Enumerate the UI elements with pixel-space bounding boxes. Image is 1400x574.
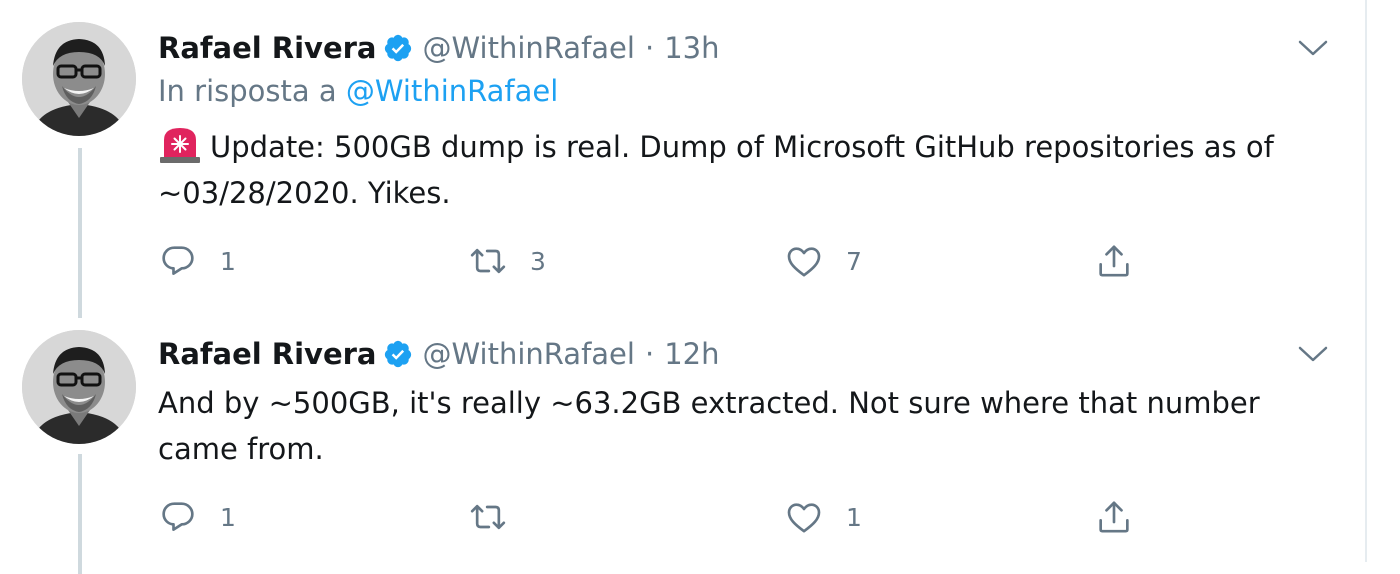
tweet[interactable]: Rafael Rivera @WithinRafael · 12h And by… <box>0 306 1365 574</box>
like-button[interactable]: 1 <box>784 492 862 542</box>
tweet-timestamp[interactable]: 12h <box>664 337 719 371</box>
tweet-text-content: And by ~500GB, it's really ~63.2GB extra… <box>158 386 1260 466</box>
user-handle[interactable]: @WithinRafael <box>423 31 635 65</box>
retweet-button[interactable]: 3 <box>468 236 546 286</box>
like-count: 7 <box>846 246 862 276</box>
like-button[interactable]: 7 <box>784 236 862 286</box>
share-icon <box>1099 501 1129 533</box>
tweet-text: Update: 500GB dump is real. Dump of Micr… <box>158 124 1338 216</box>
heart-icon <box>787 503 821 533</box>
avatar[interactable] <box>22 22 136 136</box>
display-name[interactable]: Rafael Rivera <box>158 31 377 65</box>
reply-prefix: In risposta a <box>158 74 337 108</box>
thread-line <box>78 148 82 318</box>
rotating-light-icon <box>158 124 202 164</box>
retweet-icon <box>470 248 506 274</box>
tweet-actions: 1 1 <box>158 492 1338 542</box>
tweet-text-content: Update: 500GB dump is real. Dump of Micr… <box>158 130 1274 210</box>
reply-button[interactable]: 1 <box>158 236 236 286</box>
retweet-icon <box>470 504 506 530</box>
tweet-timestamp[interactable]: 13h <box>664 31 719 65</box>
separator-dot: · <box>644 337 655 371</box>
tweet-header: Rafael Rivera @WithinRafael · 13h <box>158 26 719 70</box>
reply-count: 1 <box>220 502 236 532</box>
tweet-text: And by ~500GB, it's really ~63.2GB extra… <box>158 380 1338 472</box>
verified-badge-icon <box>383 33 413 63</box>
verified-badge-icon <box>383 339 413 369</box>
heart-icon <box>787 247 821 277</box>
timeline-border <box>1365 0 1367 562</box>
tweet[interactable]: Rafael Rivera @WithinRafael · 13h In ris… <box>0 0 1365 318</box>
reply-mention-link[interactable]: @WithinRafael <box>346 74 558 108</box>
reply-icon <box>162 502 194 531</box>
chevron-down-icon[interactable] <box>1296 36 1330 60</box>
separator-dot: · <box>644 31 655 65</box>
avatar[interactable] <box>22 330 136 444</box>
retweet-button[interactable] <box>468 492 530 542</box>
tweet-actions: 1 3 7 <box>158 236 1338 286</box>
share-button[interactable] <box>1094 236 1134 286</box>
like-count: 1 <box>846 502 862 532</box>
reply-icon <box>162 246 194 275</box>
share-icon <box>1099 245 1129 277</box>
thread-line <box>78 454 82 574</box>
reply-button[interactable]: 1 <box>158 492 236 542</box>
chevron-down-icon[interactable] <box>1296 342 1330 366</box>
retweet-count: 3 <box>530 246 546 276</box>
display-name[interactable]: Rafael Rivera <box>158 337 377 371</box>
reply-count: 1 <box>220 246 236 276</box>
user-handle[interactable]: @WithinRafael <box>423 337 635 371</box>
tweet-header: Rafael Rivera @WithinRafael · 12h <box>158 332 719 376</box>
share-button[interactable] <box>1094 492 1134 542</box>
reply-context: In risposta a @WithinRafael <box>158 74 558 108</box>
